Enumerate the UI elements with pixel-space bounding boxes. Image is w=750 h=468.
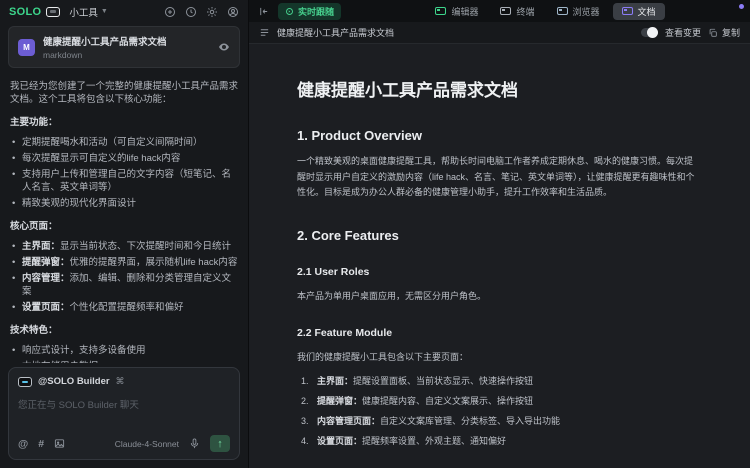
doc-h2-product-overview: 1. Product Overview	[297, 128, 698, 143]
agent-name: @SOLO Builder	[38, 376, 110, 387]
document-file-card[interactable]: M 健康提醒小工具产品需求文档 markdown	[8, 26, 240, 68]
doc-paragraph: 本产品为单用户桌面应用，无需区分用户角色。	[297, 289, 698, 305]
chat-sidebar: SOLO 小工具 ▼ M 健康提醒小工具产品需求文档 markdown 我已经为…	[0, 0, 249, 468]
assistant-message: 我已经为您创建了一个完整的健康提醒小工具产品需求文档。这个工具将包含以下核心功能…	[0, 74, 248, 363]
editor-icon	[435, 7, 446, 15]
terminal-icon	[500, 7, 511, 15]
list-item: 本地存储用户数据	[10, 360, 238, 363]
doc-h3-user-roles: 2.1 User Roles	[297, 266, 698, 278]
chat-input-placeholder[interactable]: 您正在与 SOLO Builder 聊天	[18, 397, 230, 411]
send-button[interactable]: ↑	[210, 435, 230, 452]
list-item: 响应式设计，支持多设备使用	[10, 344, 238, 357]
live-follow-icon	[285, 7, 294, 16]
list-item: 设置页面：个性化配置提醒频率和偏好	[10, 301, 238, 314]
doc-h3-feature-module: 2.2 Feature Module	[297, 327, 698, 339]
list-item: 主界面：显示当前状态、下次提醒时间和今日统计	[10, 240, 238, 253]
doc-paragraph: 我们的健康提醒小工具包含以下主要页面：	[297, 350, 698, 366]
workspace-switcher[interactable]: 小工具 ▼	[69, 5, 107, 19]
document-toolbar: 健康提醒小工具产品需求文档 查看变更 复制	[249, 22, 750, 44]
solo-badge-icon	[46, 7, 60, 17]
file-card-title: 健康提醒小工具产品需求文档	[43, 34, 210, 48]
main-topbar: 实时跟随 编辑器 终端 浏览器 文档	[249, 0, 750, 22]
list-item: 设置页面：提醒频率设置、外观主题、通知偏好	[313, 435, 698, 448]
collapse-panel-icon[interactable]	[258, 6, 269, 17]
file-card-subtitle: markdown	[43, 50, 210, 60]
model-selector[interactable]: Claude-4-Sonnet	[115, 439, 179, 449]
view-changes-toggle[interactable]	[641, 28, 658, 37]
browser-icon	[557, 7, 568, 15]
new-chat-icon[interactable]	[164, 6, 176, 18]
pages-list: 主界面：显示当前状态、下次提醒时间和今日统计 提醒弹窗：优雅的提醒界面，展示随机…	[10, 240, 238, 314]
tab-editor[interactable]: 编辑器	[426, 3, 487, 20]
image-attach-icon[interactable]	[54, 438, 65, 449]
features-list: 定期提醒喝水和活动（可自定义间隔时间） 每次提醒显示可自定义的life hack…	[10, 136, 238, 210]
tech-list: 响应式设计，支持多设备使用 本地存储用户数据 渐变色彩和动画效果 分类标签系统便…	[10, 344, 238, 363]
outline-list-icon[interactable]	[259, 27, 270, 38]
chat-input-box[interactable]: @SOLO Builder ⌘ 您正在与 SOLO Builder 聊天 @ #…	[8, 367, 240, 460]
settings-gear-icon[interactable]	[206, 6, 218, 18]
message-intro: 我已经为您创建了一个完整的健康提醒小工具产品需求文档。这个工具将包含以下核心功能…	[10, 80, 238, 106]
main-panel: 实时跟随 编辑器 终端 浏览器 文档 健康提醒小工具产品需求文档 查看变更 复制…	[249, 0, 750, 468]
document-title-label: 健康提醒小工具产品需求文档	[277, 26, 394, 39]
doc-h2-core-features: 2. Core Features	[297, 228, 698, 243]
doc-paragraph: 一个精致美观的桌面健康提醒工具，帮助长时间电脑工作者养成定期休息、喝水的健康习惯…	[297, 154, 698, 201]
pages-heading: 核心页面：	[10, 220, 238, 233]
list-item: 定期提醒喝水和活动（可自定义间隔时间）	[10, 136, 238, 149]
workspace-name: 小工具	[69, 5, 98, 19]
feature-module-list: 主界面：提醒设置面板、当前状态显示、快速操作按钮 提醒弹窗：健康提醒内容、自定义…	[301, 375, 698, 448]
list-item: 主界面：提醒设置面板、当前状态显示、快速操作按钮	[313, 375, 698, 388]
markdown-file-icon: M	[18, 39, 35, 56]
list-item: 提醒弹窗：优雅的提醒界面，展示随机life hack内容	[10, 256, 238, 269]
notification-dot	[739, 4, 744, 9]
list-item: 内容管理：添加、编辑、删除和分类管理自定义文案	[10, 272, 238, 298]
doc-title: 健康提醒小工具产品需求文档	[297, 76, 698, 101]
eye-icon[interactable]	[218, 41, 230, 53]
chat-agent-header: @SOLO Builder ⌘	[18, 376, 230, 387]
list-item: 支持用户上传和管理自己的文字内容（短笔记、名人名言、英文单词等）	[10, 168, 238, 194]
tech-heading: 技术特色：	[10, 324, 238, 337]
mention-icon[interactable]: @	[18, 438, 28, 450]
copy-icon	[708, 28, 718, 38]
document-content: 健康提醒小工具产品需求文档 1. Product Overview 一个精致美观…	[249, 44, 750, 468]
list-item: 每次提醒显示可自定义的life hack内容	[10, 152, 238, 165]
solo-logo: SOLO	[9, 6, 41, 18]
list-item: 提醒弹窗：健康提醒内容、自定义文案展示、操作按钮	[313, 395, 698, 408]
history-icon[interactable]	[185, 6, 197, 18]
features-heading: 主要功能：	[10, 116, 238, 129]
chevron-down-icon: ▼	[101, 8, 108, 15]
builder-agent-icon	[18, 377, 32, 387]
view-tabs: 编辑器 终端 浏览器 文档	[426, 3, 664, 20]
mic-icon[interactable]	[189, 438, 200, 449]
arrow-up-icon: ↑	[217, 438, 223, 450]
tab-browser[interactable]: 浏览器	[548, 3, 609, 20]
account-icon[interactable]	[227, 6, 239, 18]
sidebar-topbar: SOLO 小工具 ▼	[0, 0, 248, 23]
copy-document-button[interactable]: 复制	[708, 26, 740, 39]
list-item: 精致美观的现代化界面设计	[10, 197, 238, 210]
list-item: 内容管理页面：自定义文案库管理、分类标签、导入导出功能	[313, 415, 698, 428]
view-changes-button[interactable]: 查看变更	[665, 26, 701, 39]
document-icon	[622, 7, 633, 15]
tab-terminal[interactable]: 终端	[491, 3, 543, 20]
sidebar-actions	[164, 6, 239, 18]
chat-input-toolbar: @ # Claude-4-Sonnet ↑	[18, 435, 230, 452]
context-hash-icon[interactable]: #	[38, 438, 44, 450]
tab-document[interactable]: 文档	[613, 3, 665, 20]
command-key-icon: ⌘	[116, 376, 125, 387]
live-follow-pill[interactable]: 实时跟随	[278, 3, 341, 20]
